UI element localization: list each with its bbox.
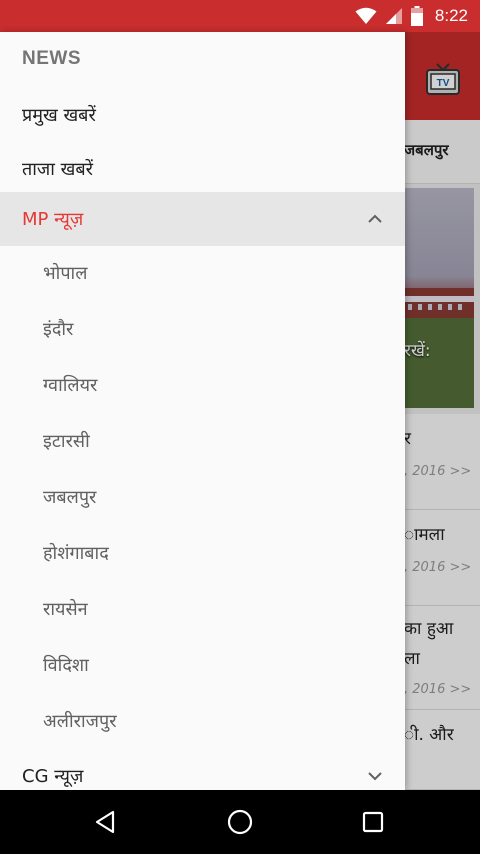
- recents-square-icon: [362, 811, 384, 833]
- drawer-subitem-itarsi[interactable]: इटारसी: [0, 413, 405, 469]
- drawer-subitem-indore[interactable]: इंदौर: [0, 301, 405, 357]
- chevron-down-icon[interactable]: [365, 766, 385, 786]
- wifi-icon: [355, 7, 377, 24]
- drawer-subitem-alirajpur[interactable]: अलीराजपुर: [0, 693, 405, 749]
- drawer-subitem-label: जबलपुर: [43, 487, 97, 508]
- home-button[interactable]: [224, 806, 256, 838]
- drawer-section-header: NEWS: [22, 48, 81, 69]
- drawer-item-latest-news[interactable]: ताजा खबरें: [0, 142, 405, 196]
- drawer-item-top-news[interactable]: प्रमुख खबरें: [0, 88, 405, 142]
- drawer-item-mp-news[interactable]: MP न्यूज़: [0, 192, 405, 246]
- drawer-subitem-vidisha[interactable]: विदिशा: [0, 637, 405, 693]
- status-icons: 8:22: [355, 0, 468, 32]
- signal-icon: [385, 8, 402, 24]
- back-button[interactable]: [90, 806, 122, 838]
- drawer-subitem-jabalpur[interactable]: जबलपुर: [0, 469, 405, 525]
- drawer-item-label: CG न्यूज़: [22, 766, 84, 787]
- drawer-subitem-label: भोपाल: [43, 263, 88, 284]
- drawer-subitem-label: ग्वालियर: [43, 375, 98, 396]
- back-triangle-icon: [95, 810, 115, 834]
- drawer-item-cg-news[interactable]: CG न्यूज़: [0, 749, 405, 790]
- battery-icon: [410, 6, 423, 26]
- drawer-subitem-label: विदिशा: [43, 655, 89, 676]
- drawer-subitem-label: अलीराजपुर: [43, 711, 117, 732]
- drawer-item-label: ताजा खबरें: [22, 159, 94, 180]
- drawer-subitem-label: इंदौर: [43, 319, 74, 340]
- drawer-subitem-hoshangabad[interactable]: होशंगाबाद: [0, 525, 405, 581]
- drawer-subitem-gwalior[interactable]: ग्वालियर: [0, 357, 405, 413]
- drawer-subitem-bhopal[interactable]: भोपाल: [0, 245, 405, 301]
- drawer-scrim[interactable]: [405, 32, 480, 790]
- status-bar: 8:22: [0, 0, 480, 32]
- recents-button[interactable]: [357, 806, 389, 838]
- drawer-subitem-raisen[interactable]: रायसेन: [0, 581, 405, 637]
- drawer-subitem-label: रायसेन: [43, 599, 88, 620]
- drawer-item-label: प्रमुख खबरें: [22, 105, 96, 126]
- clock: 8:22: [434, 6, 468, 25]
- system-nav-bar: [0, 790, 480, 854]
- drawer-subitem-label: होशंगाबाद: [43, 543, 109, 564]
- home-circle-icon: [227, 809, 253, 835]
- drawer-subitem-label: इटारसी: [43, 431, 90, 452]
- chevron-up-icon[interactable]: [365, 209, 385, 229]
- navigation-drawer: NEWS प्रमुख खबरें ताजा खबरें MP न्यूज़ भ…: [0, 32, 405, 790]
- drawer-item-label: MP न्यूज़: [22, 209, 84, 230]
